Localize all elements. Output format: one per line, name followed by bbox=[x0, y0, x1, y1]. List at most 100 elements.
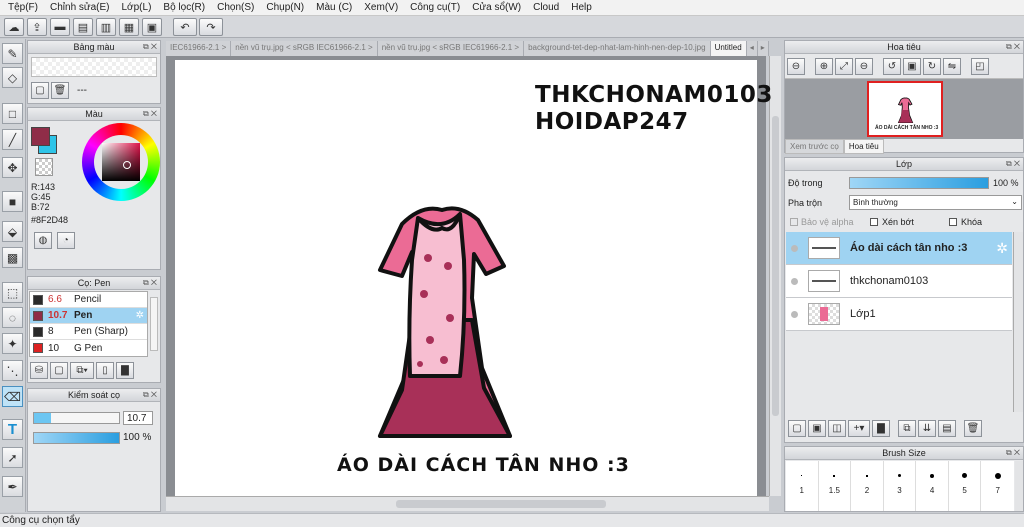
rectangle-tool-icon[interactable]: □ bbox=[2, 103, 23, 124]
menu-file[interactable]: Tệp(F) bbox=[2, 2, 44, 13]
text-tool-icon[interactable]: T bbox=[2, 419, 23, 440]
new-layer-icon[interactable]: ▢ bbox=[788, 420, 806, 437]
brush-size-cell[interactable]: 1.5 bbox=[819, 461, 852, 511]
rotate-right-icon[interactable]: ↻ bbox=[923, 58, 941, 75]
clipping-checkbox[interactable]: Xén bớt bbox=[870, 217, 914, 227]
brush-size-cell[interactable]: 2 bbox=[851, 461, 884, 511]
redo-button[interactable]: ↷ bbox=[199, 18, 223, 36]
color-wheel[interactable] bbox=[82, 123, 160, 201]
delete-layer-icon[interactable]: 🗑 bbox=[964, 420, 982, 437]
tab-scroll-right-icon[interactable]: ▸ bbox=[757, 41, 769, 56]
gear-icon[interactable]: ✲ bbox=[996, 240, 1008, 257]
close-icon[interactable]: ⧉ ✕ bbox=[143, 390, 157, 400]
brush-size-cell[interactable]: 1 bbox=[786, 461, 819, 511]
select-pen-icon[interactable]: ⋱ bbox=[2, 360, 23, 381]
comment-icon[interactable]: ▬ bbox=[50, 18, 70, 36]
menu-filter[interactable]: Bộ lọc(R) bbox=[157, 2, 211, 13]
layout-icon[interactable]: ▤ bbox=[73, 18, 93, 36]
menu-window[interactable]: Cửa sổ(W) bbox=[466, 2, 527, 13]
size-slider[interactable] bbox=[33, 412, 120, 424]
color-set-icon[interactable]: ◍ bbox=[34, 232, 52, 249]
layer-row[interactable]: Áo dài cách tân nho :3 ✲ bbox=[786, 232, 1012, 265]
new-raster-layer-icon[interactable]: ▣ bbox=[808, 420, 826, 437]
eraser-tool-icon[interactable]: ◇ bbox=[2, 67, 23, 88]
brush-size-scrollbar[interactable] bbox=[1015, 461, 1023, 511]
visibility-icon[interactable] bbox=[786, 310, 802, 318]
add-layer-menu-icon[interactable]: +▾ bbox=[848, 420, 870, 437]
main-color-swatch[interactable] bbox=[31, 127, 50, 146]
horizontal-scrollbar[interactable] bbox=[166, 496, 769, 511]
new-vector-layer-icon[interactable]: ◫ bbox=[828, 420, 846, 437]
grid-icon[interactable]: ▦ bbox=[119, 18, 139, 36]
new-folder-icon[interactable]: ▇ bbox=[872, 420, 890, 437]
brush-size-cell[interactable]: 7 bbox=[981, 461, 1014, 511]
export-icon[interactable]: ⇪ bbox=[27, 18, 47, 36]
menu-view[interactable]: Xem(V) bbox=[358, 2, 404, 13]
navigator-settings-icon[interactable]: ◰ bbox=[971, 58, 989, 75]
folder-icon[interactable]: ▇ bbox=[116, 362, 134, 379]
new-brush-icon[interactable]: ▢ bbox=[50, 362, 68, 379]
document-tab-active[interactable]: Untitled bbox=[710, 41, 747, 56]
visibility-icon[interactable] bbox=[786, 244, 802, 252]
new-page-icon[interactable]: ▢ bbox=[31, 82, 49, 99]
document-tab[interactable]: nền vũ trụ.jpg < sRGB IEC61966-2.1 > bbox=[377, 41, 525, 56]
brush-size-cell[interactable]: 4 bbox=[916, 461, 949, 511]
trash-icon[interactable]: 🗑 bbox=[51, 82, 69, 99]
menu-cloud[interactable]: Cloud bbox=[527, 2, 565, 13]
menu-layer[interactable]: Lớp(L) bbox=[116, 2, 158, 13]
lasso-select-icon[interactable]: ◌ bbox=[2, 307, 23, 328]
undo-button[interactable]: ↶ bbox=[173, 18, 197, 36]
size-input[interactable]: 10.7 bbox=[123, 411, 153, 425]
reset-view-icon[interactable]: ▣ bbox=[903, 58, 921, 75]
brush-save-icon[interactable]: ⛁ bbox=[30, 362, 48, 379]
close-icon[interactable]: ⧉ ✕ bbox=[1006, 42, 1020, 52]
operation-tool-icon[interactable]: ➚ bbox=[2, 447, 23, 468]
transparent-swatch[interactable] bbox=[35, 158, 53, 176]
line-tool-icon[interactable]: ╱ bbox=[2, 129, 23, 150]
document-tab[interactable]: background-tet-dep-nhat-lam-hinh-nen-dep… bbox=[524, 41, 711, 56]
move-tool-icon[interactable]: ✥ bbox=[2, 157, 23, 178]
menu-help[interactable]: Help bbox=[565, 2, 598, 13]
zoom-in-icon[interactable]: ⊕ bbox=[815, 58, 833, 75]
zoom-out-2-icon[interactable]: ⊖ bbox=[855, 58, 873, 75]
layer-opacity-slider[interactable] bbox=[849, 177, 989, 189]
close-icon[interactable]: ⧉ ✕ bbox=[1006, 448, 1020, 458]
brush-tool-icon[interactable]: ✎ bbox=[2, 43, 23, 64]
brush-item[interactable]: 10.7 Pen ✲ bbox=[30, 308, 147, 324]
copy-layer-icon[interactable]: ⧉ bbox=[898, 420, 916, 437]
close-icon[interactable]: ⧉ ✕ bbox=[143, 278, 157, 288]
fill-rect-tool-icon[interactable]: ■ bbox=[2, 191, 23, 212]
cloud-icon[interactable]: ☁ bbox=[4, 18, 24, 36]
rotate-left-icon[interactable]: ↺ bbox=[883, 58, 901, 75]
brush-item[interactable]: 6.6 Pencil bbox=[30, 292, 147, 308]
gradient-tool-icon[interactable]: ▩ bbox=[2, 247, 23, 268]
document-icon[interactable]: ▯ bbox=[96, 362, 114, 379]
navigator-preview[interactable]: ÁO DÀI CÁCH TÂN NHO :3 bbox=[785, 79, 1023, 139]
tab-navigator[interactable]: Hoa tiêu bbox=[843, 139, 884, 154]
menu-edit[interactable]: Chỉnh sửa(E) bbox=[44, 2, 116, 13]
opacity-slider[interactable] bbox=[33, 432, 120, 444]
menu-capture[interactable]: Chụp(N) bbox=[260, 2, 310, 13]
tab-scroll-left-icon[interactable]: ◂ bbox=[746, 41, 758, 56]
magic-wand-icon[interactable]: ✦ bbox=[2, 333, 23, 354]
fit-icon[interactable]: ⤢ bbox=[835, 58, 853, 75]
panel-icon[interactable]: ▥ bbox=[96, 18, 116, 36]
drawing-canvas[interactable]: THKCHONAM0103 HOIDAP247 ÁO DÀI CÁCH TÂN … bbox=[175, 60, 772, 496]
brush-scrollbar[interactable] bbox=[150, 297, 158, 351]
document-tab[interactable]: nền vũ trụ.jpg < sRGB IEC61966-2.1 > bbox=[231, 41, 378, 56]
pen-tool-icon[interactable]: ✒ bbox=[2, 476, 23, 497]
select-eraser-icon[interactable]: ⌫ bbox=[2, 386, 23, 407]
brush-item[interactable]: 8 Pen (Sharp) bbox=[30, 324, 147, 340]
brush-size-cell[interactable]: 3 bbox=[884, 461, 917, 511]
layer-row[interactable]: Lớp1 bbox=[786, 298, 1012, 331]
flip-icon[interactable]: ⇋ bbox=[943, 58, 961, 75]
layer-settings-icon[interactable]: ▤ bbox=[938, 420, 956, 437]
tab-brush-preview[interactable]: Xem trước cọ bbox=[785, 139, 844, 154]
zoom-out-icon[interactable]: ⊖ bbox=[787, 58, 805, 75]
merge-layer-icon[interactable]: ⇊ bbox=[918, 420, 936, 437]
menu-color[interactable]: Màu (C) bbox=[310, 2, 358, 13]
rect-select-icon[interactable]: ⬚ bbox=[2, 282, 23, 303]
visibility-icon[interactable] bbox=[786, 277, 802, 285]
document-tab[interactable]: IEC61966-2.1 > bbox=[166, 41, 232, 56]
bucket-tool-icon[interactable]: ⬙ bbox=[2, 221, 23, 242]
